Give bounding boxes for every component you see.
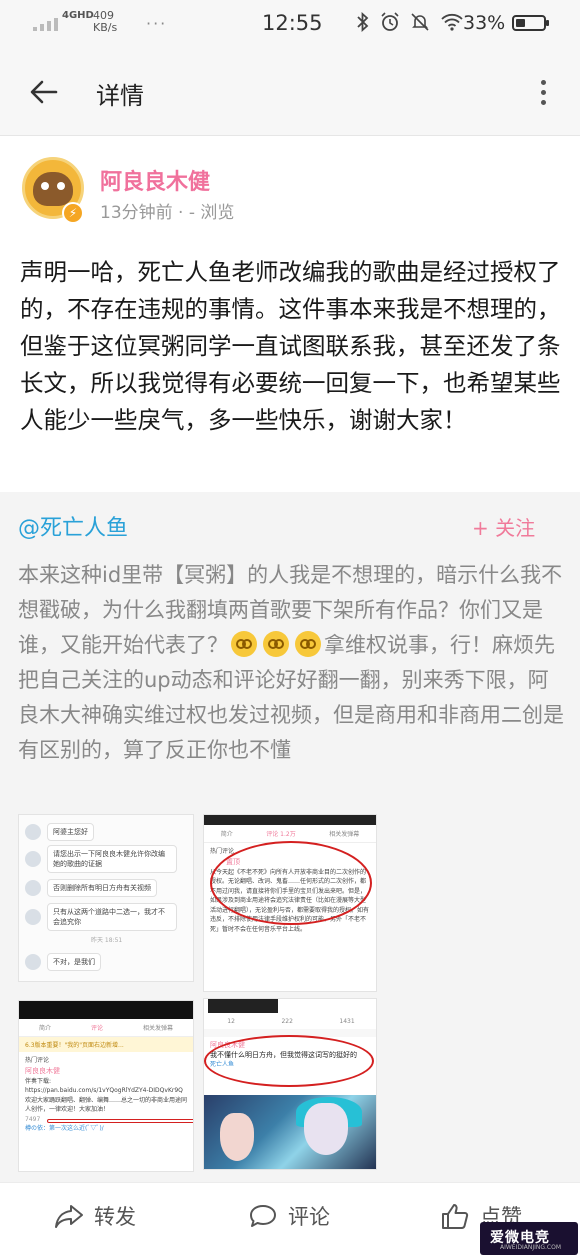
watermark-logo: 爱微电竞 AIWEIDIANJING.COM — [480, 1222, 578, 1255]
mini-tab: 相关发弹幕 — [142, 1025, 173, 1032]
weibo-post: 阿良良木健 我不懂什么明日方舟，但我觉得这词写的挺好的 死亡人鱼 — [204, 1035, 376, 1169]
mute-icon — [411, 13, 429, 31]
network-speed: 409 KB/s — [93, 10, 117, 34]
follow-button[interactable]: + 关注 — [472, 512, 535, 541]
battery-level — [516, 19, 525, 27]
chat-bubble: 只有从这两个道路中二选一，我才不会追究你 — [47, 903, 177, 931]
comment-label: 评论 — [288, 1205, 330, 1229]
chat-bubble: 阿婆主您好 — [47, 823, 94, 841]
stat-value: 12 — [227, 1018, 235, 1025]
chat-avatar — [25, 824, 41, 840]
lightning-badge-icon: ⚡ — [62, 202, 84, 224]
chat-message: 阿婆主您好 — [25, 823, 94, 841]
anime-character-left — [220, 1113, 254, 1161]
status-bar: 4GHD 409 KB/s ··· 12:55 33% — [0, 0, 580, 48]
more-options-button[interactable] — [528, 74, 558, 110]
comment-icon — [250, 1205, 276, 1227]
anime-artwork — [204, 1095, 376, 1169]
image-weibo-post[interactable]: 12 222 1431 阿良良木健 我不懂什么明日方舟，但我觉得这词写的挺好的 … — [203, 998, 377, 1170]
chat-bubble: 不对，是我们 — [47, 953, 101, 971]
stat-value: 222 — [281, 1018, 293, 1025]
battery-percent: 33% — [463, 12, 506, 34]
watermark-subtext: AIWEIDIANJING.COM — [500, 1244, 562, 1251]
chat-bubble: 请您出示一下阿良良木健允许你改编她的歌曲的证据 — [47, 845, 177, 873]
bluetooth-icon — [357, 12, 369, 32]
comment-author-name: 阿良良木健 — [25, 1067, 60, 1075]
battery-icon — [512, 15, 549, 31]
post-body: 声明一哈，死亡人鱼老师改编我的歌曲是经过授权了的，不存在违规的事情。这件事本来我… — [20, 258, 561, 434]
more-dot — [540, 99, 546, 105]
comment-text: 伴奏下载: https://pan.baidu.com/s/1vYQogRlYd… — [25, 1077, 188, 1114]
repost-text: 本来这种id里带【冥粥】的人我是不想理的，暗示什么我不想戳破，为什么我翻填两首歌… — [18, 558, 566, 768]
hot-comments-label: 热门评论 — [25, 1057, 50, 1064]
wifi-icon — [441, 13, 463, 31]
red-underline — [47, 1119, 193, 1123]
more-notifications-icon: ··· — [146, 14, 168, 33]
signal-icon — [33, 18, 58, 31]
author-name[interactable]: 阿良良木健 — [100, 164, 210, 196]
alarm-icon — [381, 12, 399, 31]
mini-tab: 简介 — [38, 1025, 51, 1032]
red-highlight-oval — [210, 841, 372, 925]
chat-timestamp: 昨天 18:51 — [91, 937, 123, 944]
arrow-left-icon — [30, 80, 58, 104]
notice-banner: 6.3版本重要！"我的"页面右边新增... — [19, 1037, 193, 1052]
app-header: 详情 — [0, 48, 580, 136]
mini-tab: 相关发弹幕 — [329, 831, 360, 838]
thumbs-up-icon — [442, 1204, 469, 1229]
post-meta: 13分钟前 · - 浏览 — [100, 203, 235, 223]
forward-button[interactable]: 转发 — [54, 1201, 136, 1231]
repost-author[interactable]: @死亡人鱼 — [18, 510, 128, 542]
chat-avatar — [25, 851, 41, 867]
mini-tab: 简介 — [220, 831, 233, 838]
smile-emoji-icon — [263, 631, 289, 657]
speed-unit: KB/s — [93, 21, 118, 34]
more-dot — [540, 89, 546, 95]
comment-author: 阿良良木健 — [19, 1067, 193, 1077]
chat-message: 否则删除所有明日方舟有关视频 — [25, 879, 157, 897]
chat-avatar — [25, 880, 41, 896]
image-download-comment[interactable]: 简介 评论 相关发弹幕 6.3版本重要！"我的"页面右边新增... 热门评论 阿… — [18, 1000, 194, 1172]
chat-bubble: 否则删除所有明日方舟有关视频 — [47, 879, 157, 897]
image-dark-strip — [208, 999, 278, 1013]
smile-emoji-icon — [295, 631, 321, 657]
smile-emoji-icon — [231, 631, 257, 657]
mini-tab: 评论 — [90, 1025, 103, 1032]
chat-message: 请您出示一下阿良良木健允许你改编她的歌曲的证据 — [25, 845, 177, 873]
mini-tabs: 简介 评论 相关发弹幕 — [19, 1019, 193, 1037]
reposted-card[interactable]: @死亡人鱼 + 关注 本来这种id里带【冥粥】的人我是不想理的，暗示什么我不想戳… — [0, 492, 580, 1182]
comment-button[interactable]: 评论 — [248, 1201, 330, 1231]
reply-hint: 樽の依：第一次这么近(ﾟ▽ﾟ)/ — [25, 1125, 104, 1132]
anime-character-right — [304, 1103, 348, 1155]
more-dot — [540, 79, 546, 85]
status-icons — [356, 12, 464, 32]
back-button[interactable] — [22, 72, 66, 112]
clock: 12:55 — [262, 11, 323, 35]
image-top-bar — [204, 815, 376, 825]
share-icon — [55, 1205, 83, 1228]
chat-avatar — [25, 909, 41, 925]
image-top-bar — [19, 1001, 193, 1019]
image-chat-screenshot[interactable]: 阿婆主您好 请您出示一下阿良良木健允许你改编她的歌曲的证据 否则删除所有明日方舟… — [18, 814, 194, 982]
mini-tab: 评论 1.2万 — [266, 831, 296, 838]
forward-label: 转发 — [94, 1205, 136, 1229]
image-pinned-comment[interactable]: 简介 评论 1.2万 相关发弹幕 热门评论 置顶 从今天起《不老不死》向所有人开… — [203, 814, 377, 992]
avatar-image — [33, 172, 73, 206]
red-highlight-oval — [204, 1035, 374, 1087]
chat-avatar — [25, 954, 41, 970]
page-title: 详情 — [96, 82, 144, 110]
chat-message: 不对，是我们 — [25, 953, 101, 971]
network-type: 4GHD — [62, 10, 94, 21]
stat-value: 1431 — [339, 1018, 355, 1025]
chat-message: 只有从这两个道路中二选一，我才不会追究你 — [25, 903, 177, 931]
